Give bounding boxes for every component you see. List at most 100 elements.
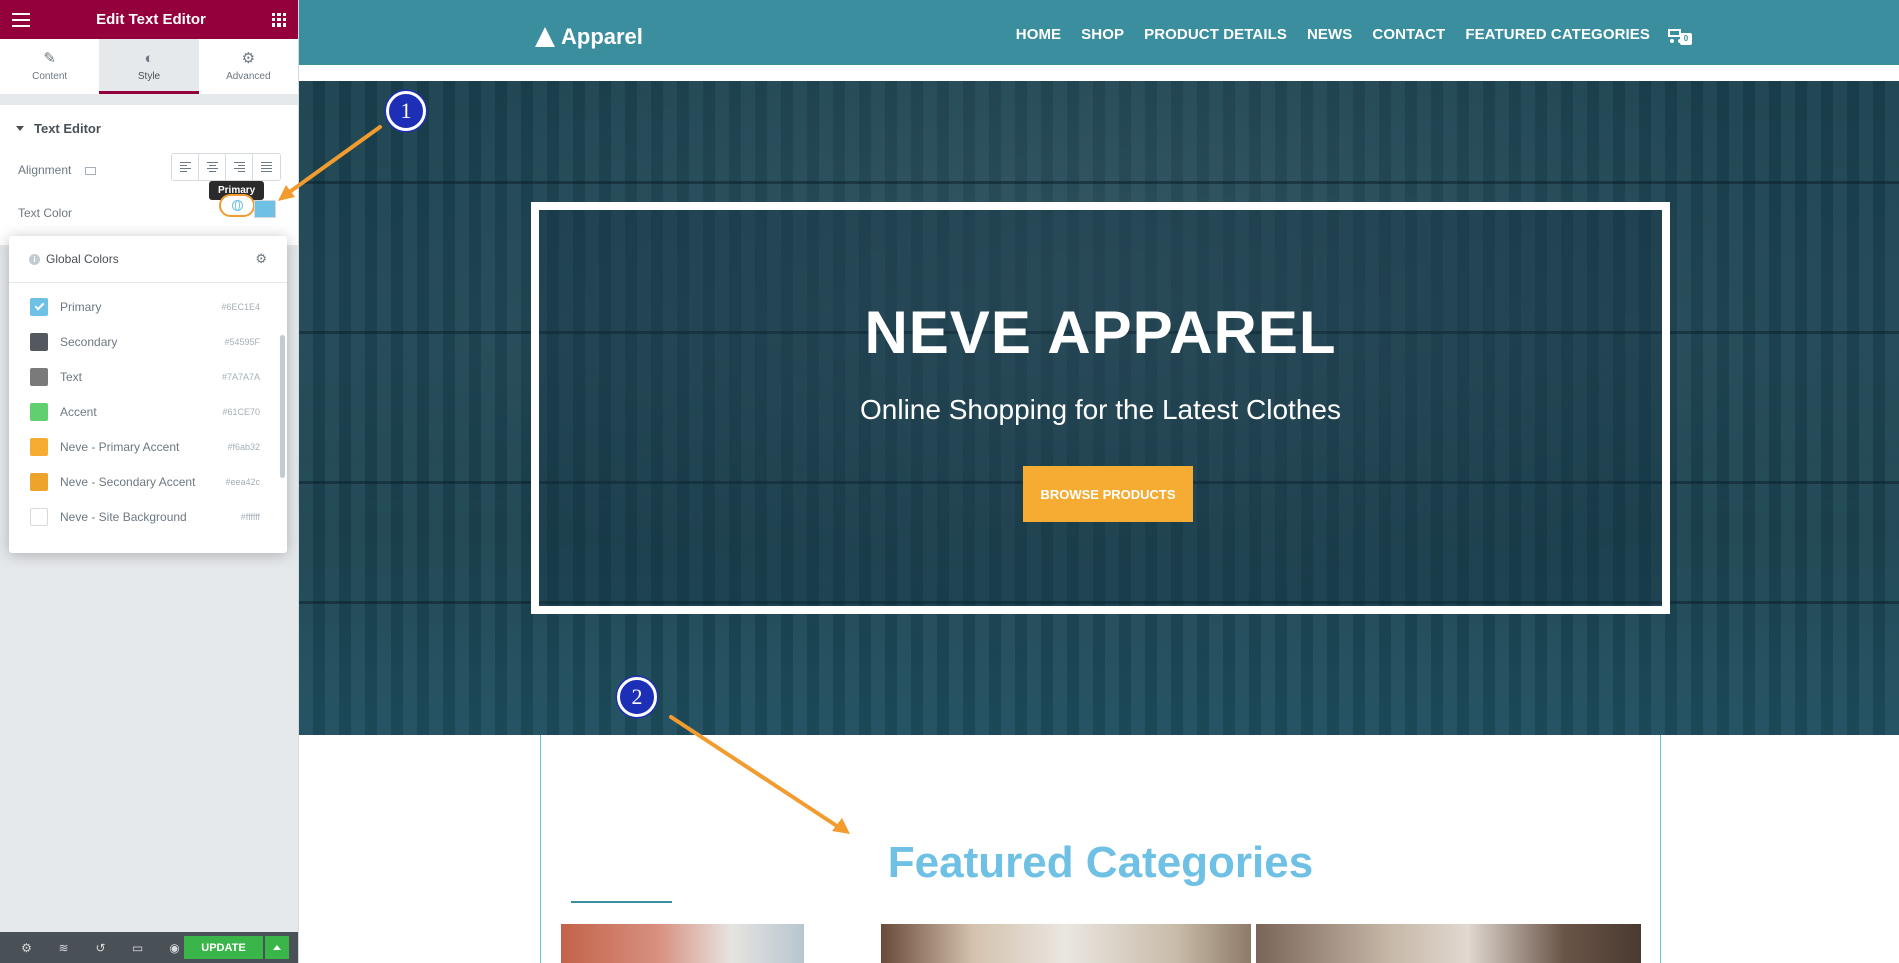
caret-up-icon [273,945,281,950]
tab-style[interactable]: ◐ Style [99,39,199,94]
color-name: Neve - Site Background [60,509,187,524]
color-swatch [30,332,48,351]
align-justify-button[interactable] [253,154,280,180]
pencil-icon: ✎ [43,50,56,67]
color-hex: #eea42c [225,476,260,487]
popover-scrollbar[interactable] [280,335,285,478]
tab-content-label: Content [32,71,68,82]
annotation-badge-2: 2 [617,677,657,717]
update-button[interactable]: UPDATE [184,936,263,959]
global-colors-title: i Global Colors [29,252,119,266]
cart-count-badge: 0 [1680,32,1692,45]
text-color-label: Text Color [18,206,73,220]
panel-tabs: ✎ Content ◐ Style ⚙ Advanced [0,39,298,95]
hero-section: NEVE APPAREL Online Shopping for the Lat… [299,81,1899,735]
color-hex: #6EC1E4 [221,301,260,312]
color-swatch [30,507,48,526]
align-right-button[interactable] [226,154,253,180]
color-name: Neve - Primary Accent [60,439,180,454]
global-colors-popover: i Global Colors ⚙ Primary #6EC1E4 Second… [9,236,287,553]
color-hex: #7A7A7A [221,371,260,382]
tab-advanced-label: Advanced [226,71,271,82]
checkmark-icon [34,300,44,311]
color-hex: #61CE70 [222,406,260,417]
update-options-button[interactable] [265,936,289,959]
editor-panel: Edit Text Editor ✎ Content ◐ Style ⚙ Adv… [0,0,299,963]
browse-products-button[interactable]: BROWSE PRODUCTS [1023,466,1193,522]
responsive-mode-icon[interactable]: ▭ [119,941,156,955]
nav-news[interactable]: NEWS [1307,26,1352,43]
alignment-label: Alignment [18,163,96,177]
global-color-item[interactable]: Secondary #54595F [9,324,287,359]
color-name: Text [60,369,83,384]
global-color-item[interactable]: Primary #6EC1E4 [9,289,287,324]
featured-section: Featured Categories [540,735,1661,963]
alignment-buttons [171,153,281,181]
nav-featured-categories[interactable]: FEATURED CATEGORIES [1465,26,1650,43]
logo-text: Apparel [561,24,643,49]
featured-title[interactable]: Featured Categories [541,838,1660,888]
category-image[interactable] [561,924,804,963]
widgets-grid-icon[interactable] [271,12,286,27]
caret-down-icon [16,125,24,131]
global-color-item[interactable]: Text #7A7A7A [9,359,287,394]
global-colors-title-text: Global Colors [46,252,119,266]
align-left-button[interactable] [172,154,199,180]
menu-icon[interactable] [12,12,30,27]
global-colors-list: Primary #6EC1E4 Secondary #54595F Text #… [9,283,287,534]
gear-icon: ⚙ [241,50,256,67]
site-header: Apparel HOME SHOP PRODUCT DETAILS NEWS C… [299,0,1899,73]
alignment-label-text: Alignment [18,163,72,177]
text-color-swatch[interactable] [254,200,276,218]
cart-icon[interactable]: 0 [1666,27,1692,45]
hero-frame: NEVE APPAREL Online Shopping for the Lat… [531,202,1670,614]
color-swatch [30,437,48,456]
category-image[interactable] [1256,924,1641,963]
history-icon[interactable]: ↺ [82,941,119,955]
color-name: Primary [60,299,102,314]
panel-header: Edit Text Editor [0,0,298,39]
logo-mark-icon [535,27,555,47]
panel-footer: ⚙ ≋ ↺ ▭ ◉ UPDATE [0,932,298,963]
color-hex: #f6ab32 [227,441,260,452]
site-preview: Apparel HOME SHOP PRODUCT DETAILS NEWS C… [299,0,1899,963]
global-color-item[interactable]: Neve - Primary Accent #f6ab32 [9,429,287,464]
hero-subtitle: Online Shopping for the Latest Clothes [860,394,1341,425]
align-center-button[interactable] [199,154,226,180]
color-name: Accent [60,404,97,419]
nav-product-details[interactable]: PRODUCT DETAILS [1144,26,1287,43]
settings-gear-icon[interactable]: ⚙ [255,251,267,267]
global-colors-header: i Global Colors ⚙ [9,236,287,283]
color-swatch [30,297,48,316]
annotation-badge-1: 1 [386,91,426,131]
desktop-icon[interactable] [84,166,96,175]
color-hex: #ffffff [240,511,260,522]
main-nav: HOME SHOP PRODUCT DETAILS NEWS CONTACT F… [1016,26,1692,45]
tab-advanced[interactable]: ⚙ Advanced [199,39,298,94]
settings-icon[interactable]: ⚙ [8,941,45,955]
section-title: Text Editor [34,120,101,136]
style-controls: Alignment Text Color Primary [0,151,298,245]
global-color-item[interactable]: Accent #61CE70 [9,394,287,429]
info-icon: i [29,253,40,265]
color-hex: #54595F [224,336,260,347]
global-color-item[interactable]: Neve - Secondary Accent #eea42c [9,464,287,499]
nav-home[interactable]: HOME [1016,26,1061,43]
color-swatch [30,402,48,421]
section-text-editor[interactable]: Text Editor [0,95,298,151]
panel-title: Edit Text Editor [96,11,206,28]
tab-content[interactable]: ✎ Content [0,39,99,94]
global-color-item[interactable]: Neve - Site Background #ffffff [9,499,287,534]
title-underline [571,901,672,903]
nav-contact[interactable]: CONTACT [1372,26,1445,43]
contrast-icon: ◐ [144,50,154,67]
category-image[interactable] [881,924,1251,963]
color-swatch [30,367,48,386]
globe-icon [231,200,243,211]
color-name: Secondary [60,334,118,349]
nav-shop[interactable]: SHOP [1081,26,1124,43]
global-colors-button[interactable] [219,194,255,217]
hero-title: NEVE APPAREL [864,299,1337,366]
navigator-layers-icon[interactable]: ≋ [45,941,82,955]
site-logo[interactable]: Apparel [535,24,643,50]
